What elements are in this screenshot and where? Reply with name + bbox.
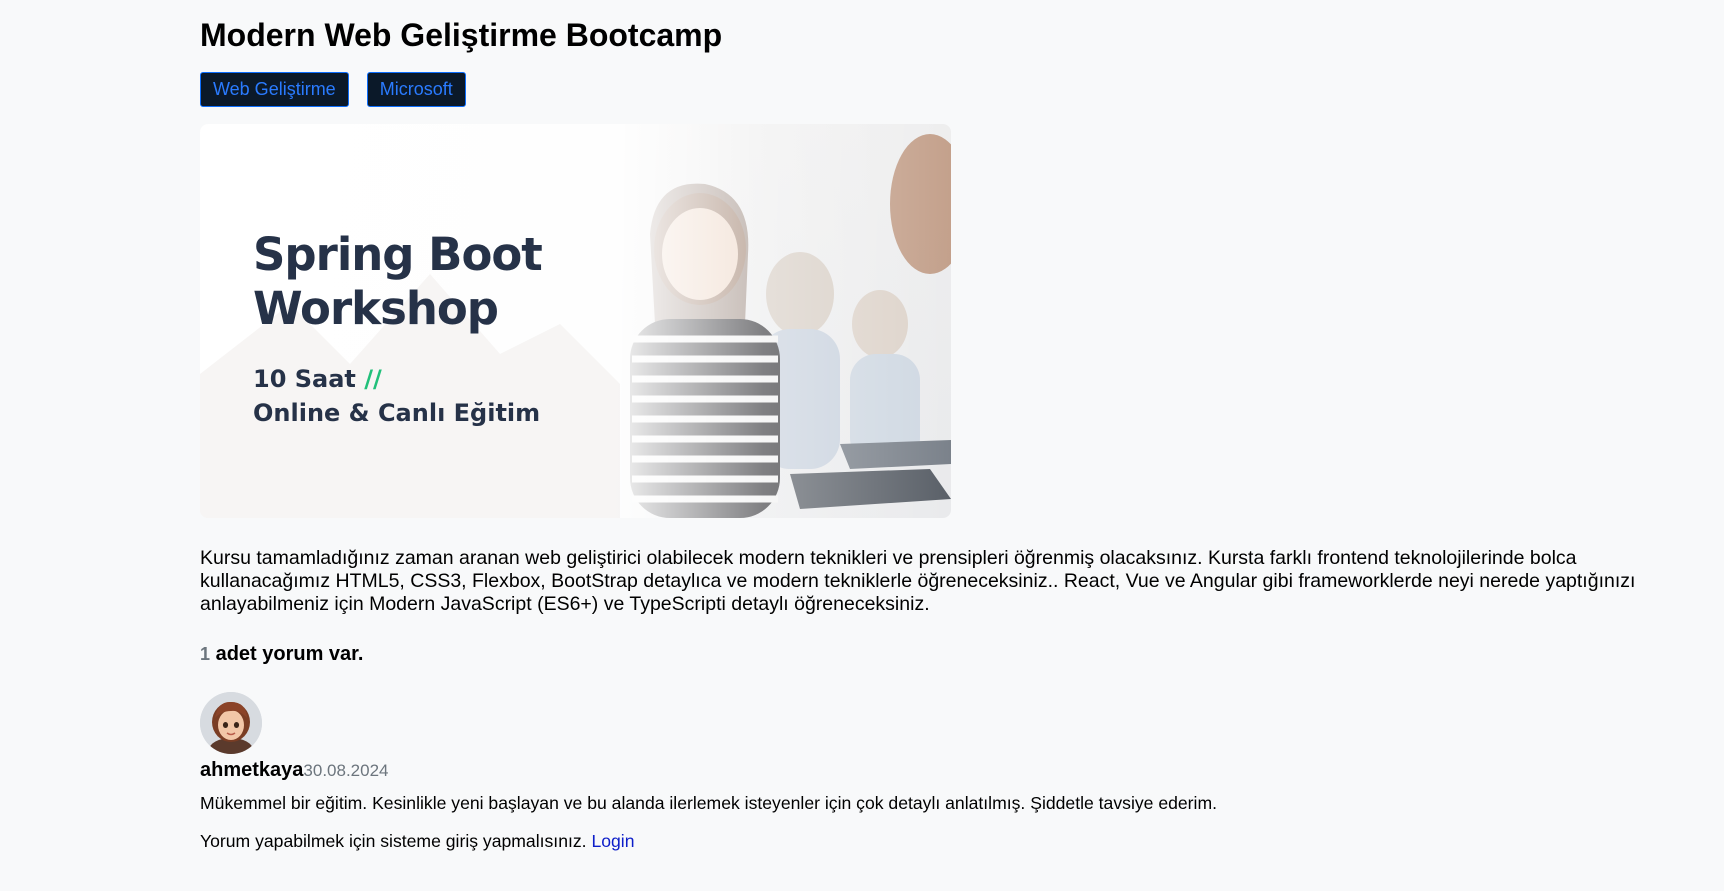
comments-heading-text: adet yorum var. [210,643,364,665]
comment-text: Mükemmel bir eğitim. Kesinlikle yeni baş… [200,793,1217,813]
course-details-page: Modern Web Geliştirme Bootcamp Web Geliş… [0,0,1724,891]
category-tags: Web Geliştirme Microsoft [200,72,466,107]
course-image-subtitle: 10 Saat // Online & Canlı Eğitim [253,362,542,430]
course-description: Kursu tamamladığınız zaman aranan web ge… [200,547,1636,615]
category-tag-web-gelistirme[interactable]: Web Geliştirme [200,72,349,107]
course-image-title: Spring Boot Workshop [253,228,543,335]
course-title: Modern Web Geliştirme Bootcamp [200,17,723,53]
login-link[interactable]: Login [591,831,634,851]
comment-meta: ahmetkaya30.08.2024 [200,758,389,783]
comment-username: ahmetkaya [200,759,304,781]
course-image-format: Online & Canlı Eğitim [253,399,541,427]
comment-count: 1 [200,644,211,664]
course-image: Spring Boot Workshop 10 Saat // Online &… [200,124,951,518]
login-prompt: Yorum yapabilmek için sisteme giriş yapm… [200,829,635,853]
user-avatar-icon [200,692,262,754]
course-image-slash: // [364,365,382,393]
login-prompt-text: Yorum yapabilmek için sisteme giriş yapm… [200,831,592,851]
course-image-duration: 10 Saat [253,365,356,393]
avatar [200,692,262,754]
course-image-text: Spring Boot Workshop 10 Saat // Online &… [253,228,543,430]
comment-date: 30.08.2024 [303,761,389,780]
comments-heading: 1 adet yorum var. [200,641,363,667]
category-tag-microsoft[interactable]: Microsoft [366,72,466,107]
